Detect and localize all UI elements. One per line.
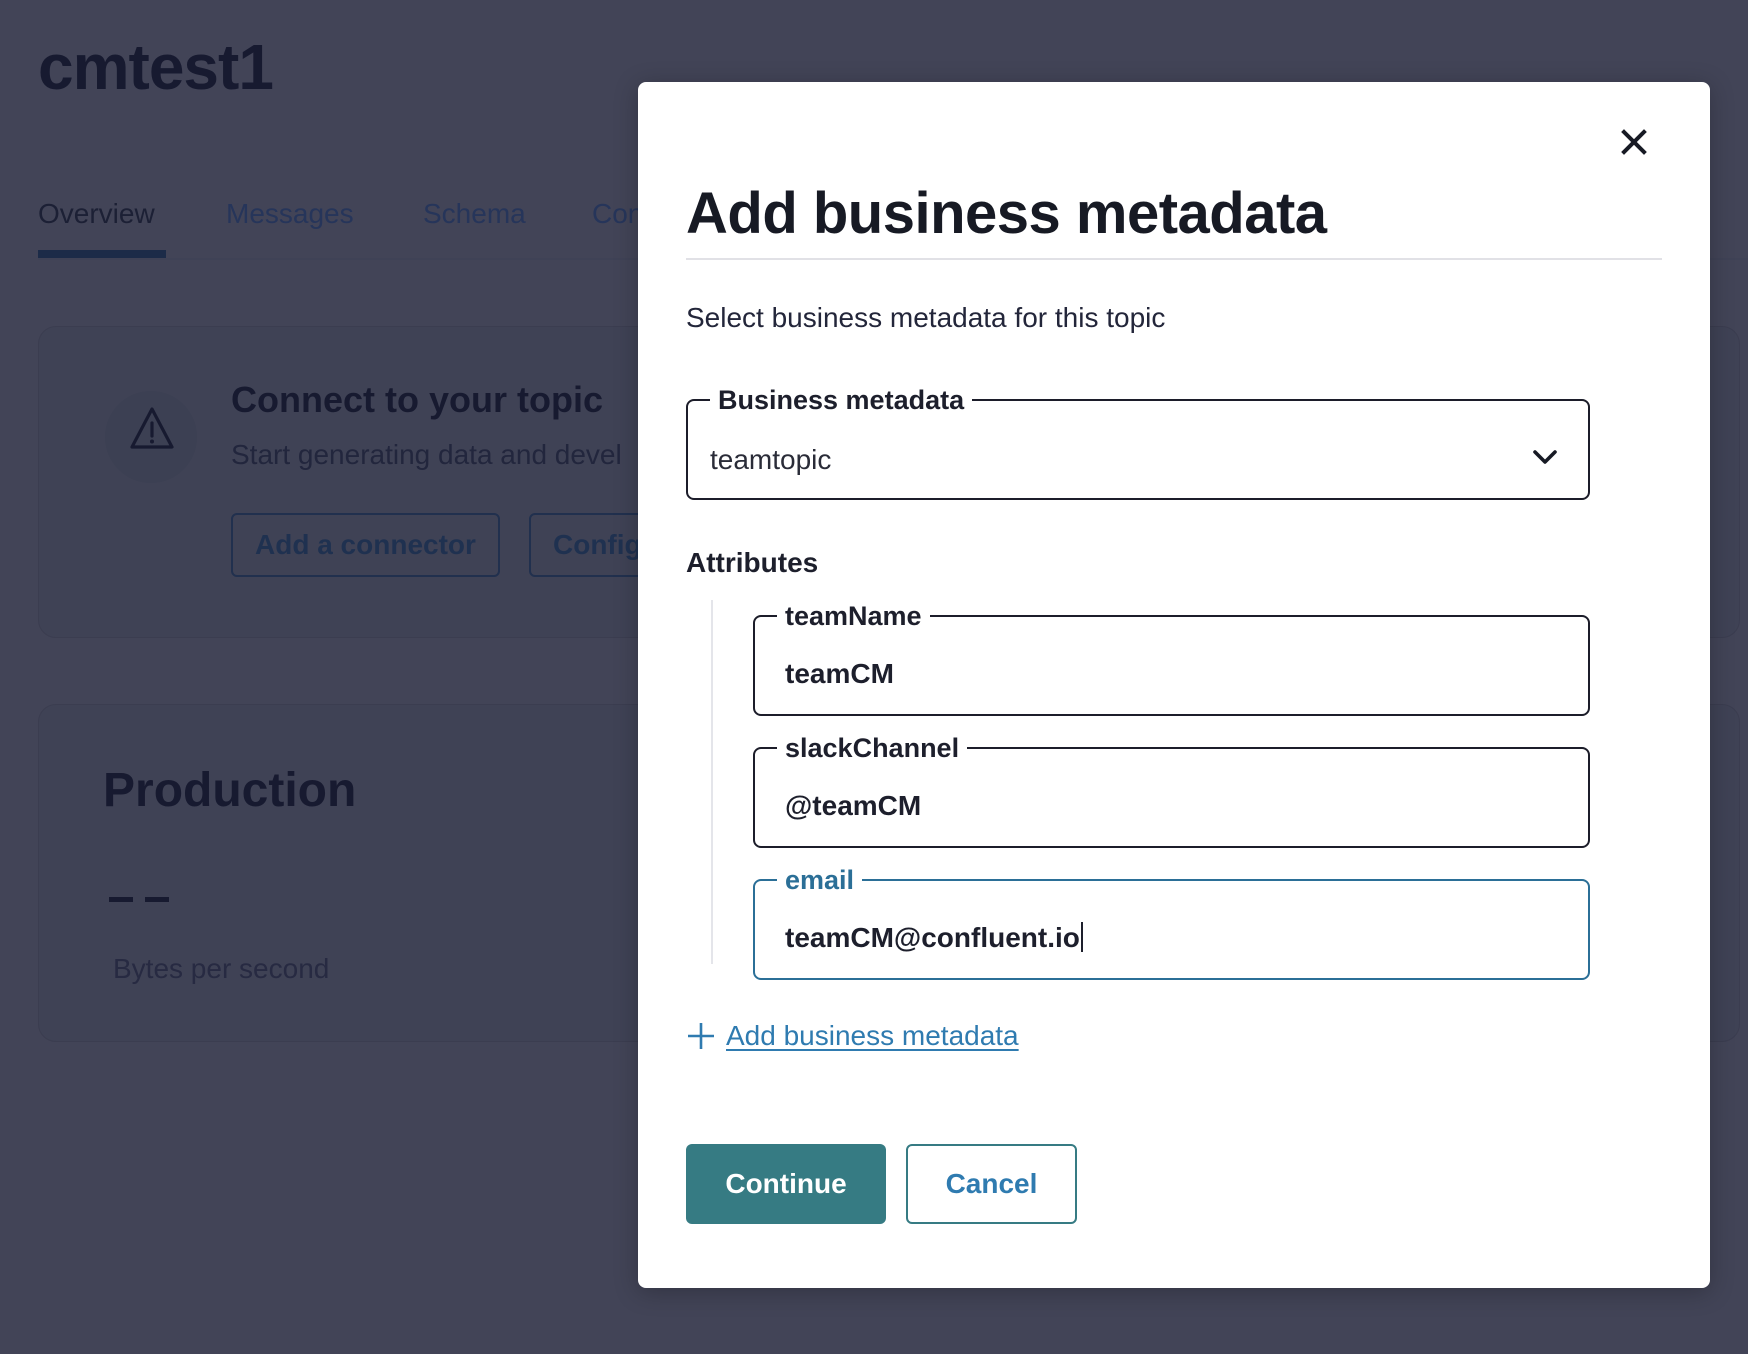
continue-button[interactable]: Continue [686,1144,886,1224]
teamname-field[interactable]: teamName teamCM [753,601,1590,716]
add-connector-button[interactable]: Add a connector [231,513,500,577]
slackchannel-input[interactable]: @teamCM [785,790,921,822]
email-input-wrap[interactable]: teamCM@confluent.io [785,922,1083,954]
cancel-button[interactable]: Cancel [906,1144,1077,1224]
slackchannel-label: slackChannel [785,733,960,763]
add-business-metadata-modal: Add business metadata Select business me… [638,82,1710,1288]
close-button[interactable] [1616,124,1652,160]
email-input[interactable]: teamCM@confluent.io [785,922,1080,953]
tab-overview[interactable]: Overview [38,198,155,230]
plus-icon [688,1023,714,1049]
text-cursor [1080,922,1083,952]
chevron-down-icon[interactable] [1532,448,1558,466]
attributes-label: Attributes [686,547,819,578]
teamname-input[interactable]: teamCM [785,658,894,690]
modal-title: Add business metadata [686,181,1327,246]
title-divider [686,258,1662,260]
add-business-metadata-link[interactable]: Add business metadata [726,1020,1019,1052]
email-field[interactable]: email teamCM@confluent.io [753,865,1590,980]
add-business-metadata-link-row[interactable]: Add business metadata [686,1020,1019,1052]
teamname-label: teamName [785,601,922,631]
value-placeholder-dash [109,897,133,902]
tab-schema[interactable]: Schema [423,198,526,230]
value-placeholder-dash [145,897,169,902]
slackchannel-field[interactable]: slackChannel @teamCM [753,733,1590,848]
modal-subtitle: Select business metadata for this topic [686,302,1166,333]
warning-triangle-icon [130,407,174,449]
business-metadata-value: teamtopic [710,444,832,475]
bytes-per-second-label: Bytes per second [113,953,330,984]
attributes-guide-line [711,600,713,964]
business-metadata-label: Business metadata [718,385,965,415]
topic-title: cmtest1 [38,31,274,103]
connect-card-description: Start generating data and devel [231,439,622,470]
tab-messages[interactable]: Messages [226,198,354,230]
email-label: email [785,865,855,895]
business-metadata-select[interactable]: Business metadata teamtopic [686,385,1590,500]
close-icon [1621,129,1647,155]
active-tab-indicator [38,250,166,258]
production-title: Production [103,764,357,817]
tab-configuration[interactable]: Con [592,198,643,230]
connect-card-title: Connect to your topic [231,379,603,420]
